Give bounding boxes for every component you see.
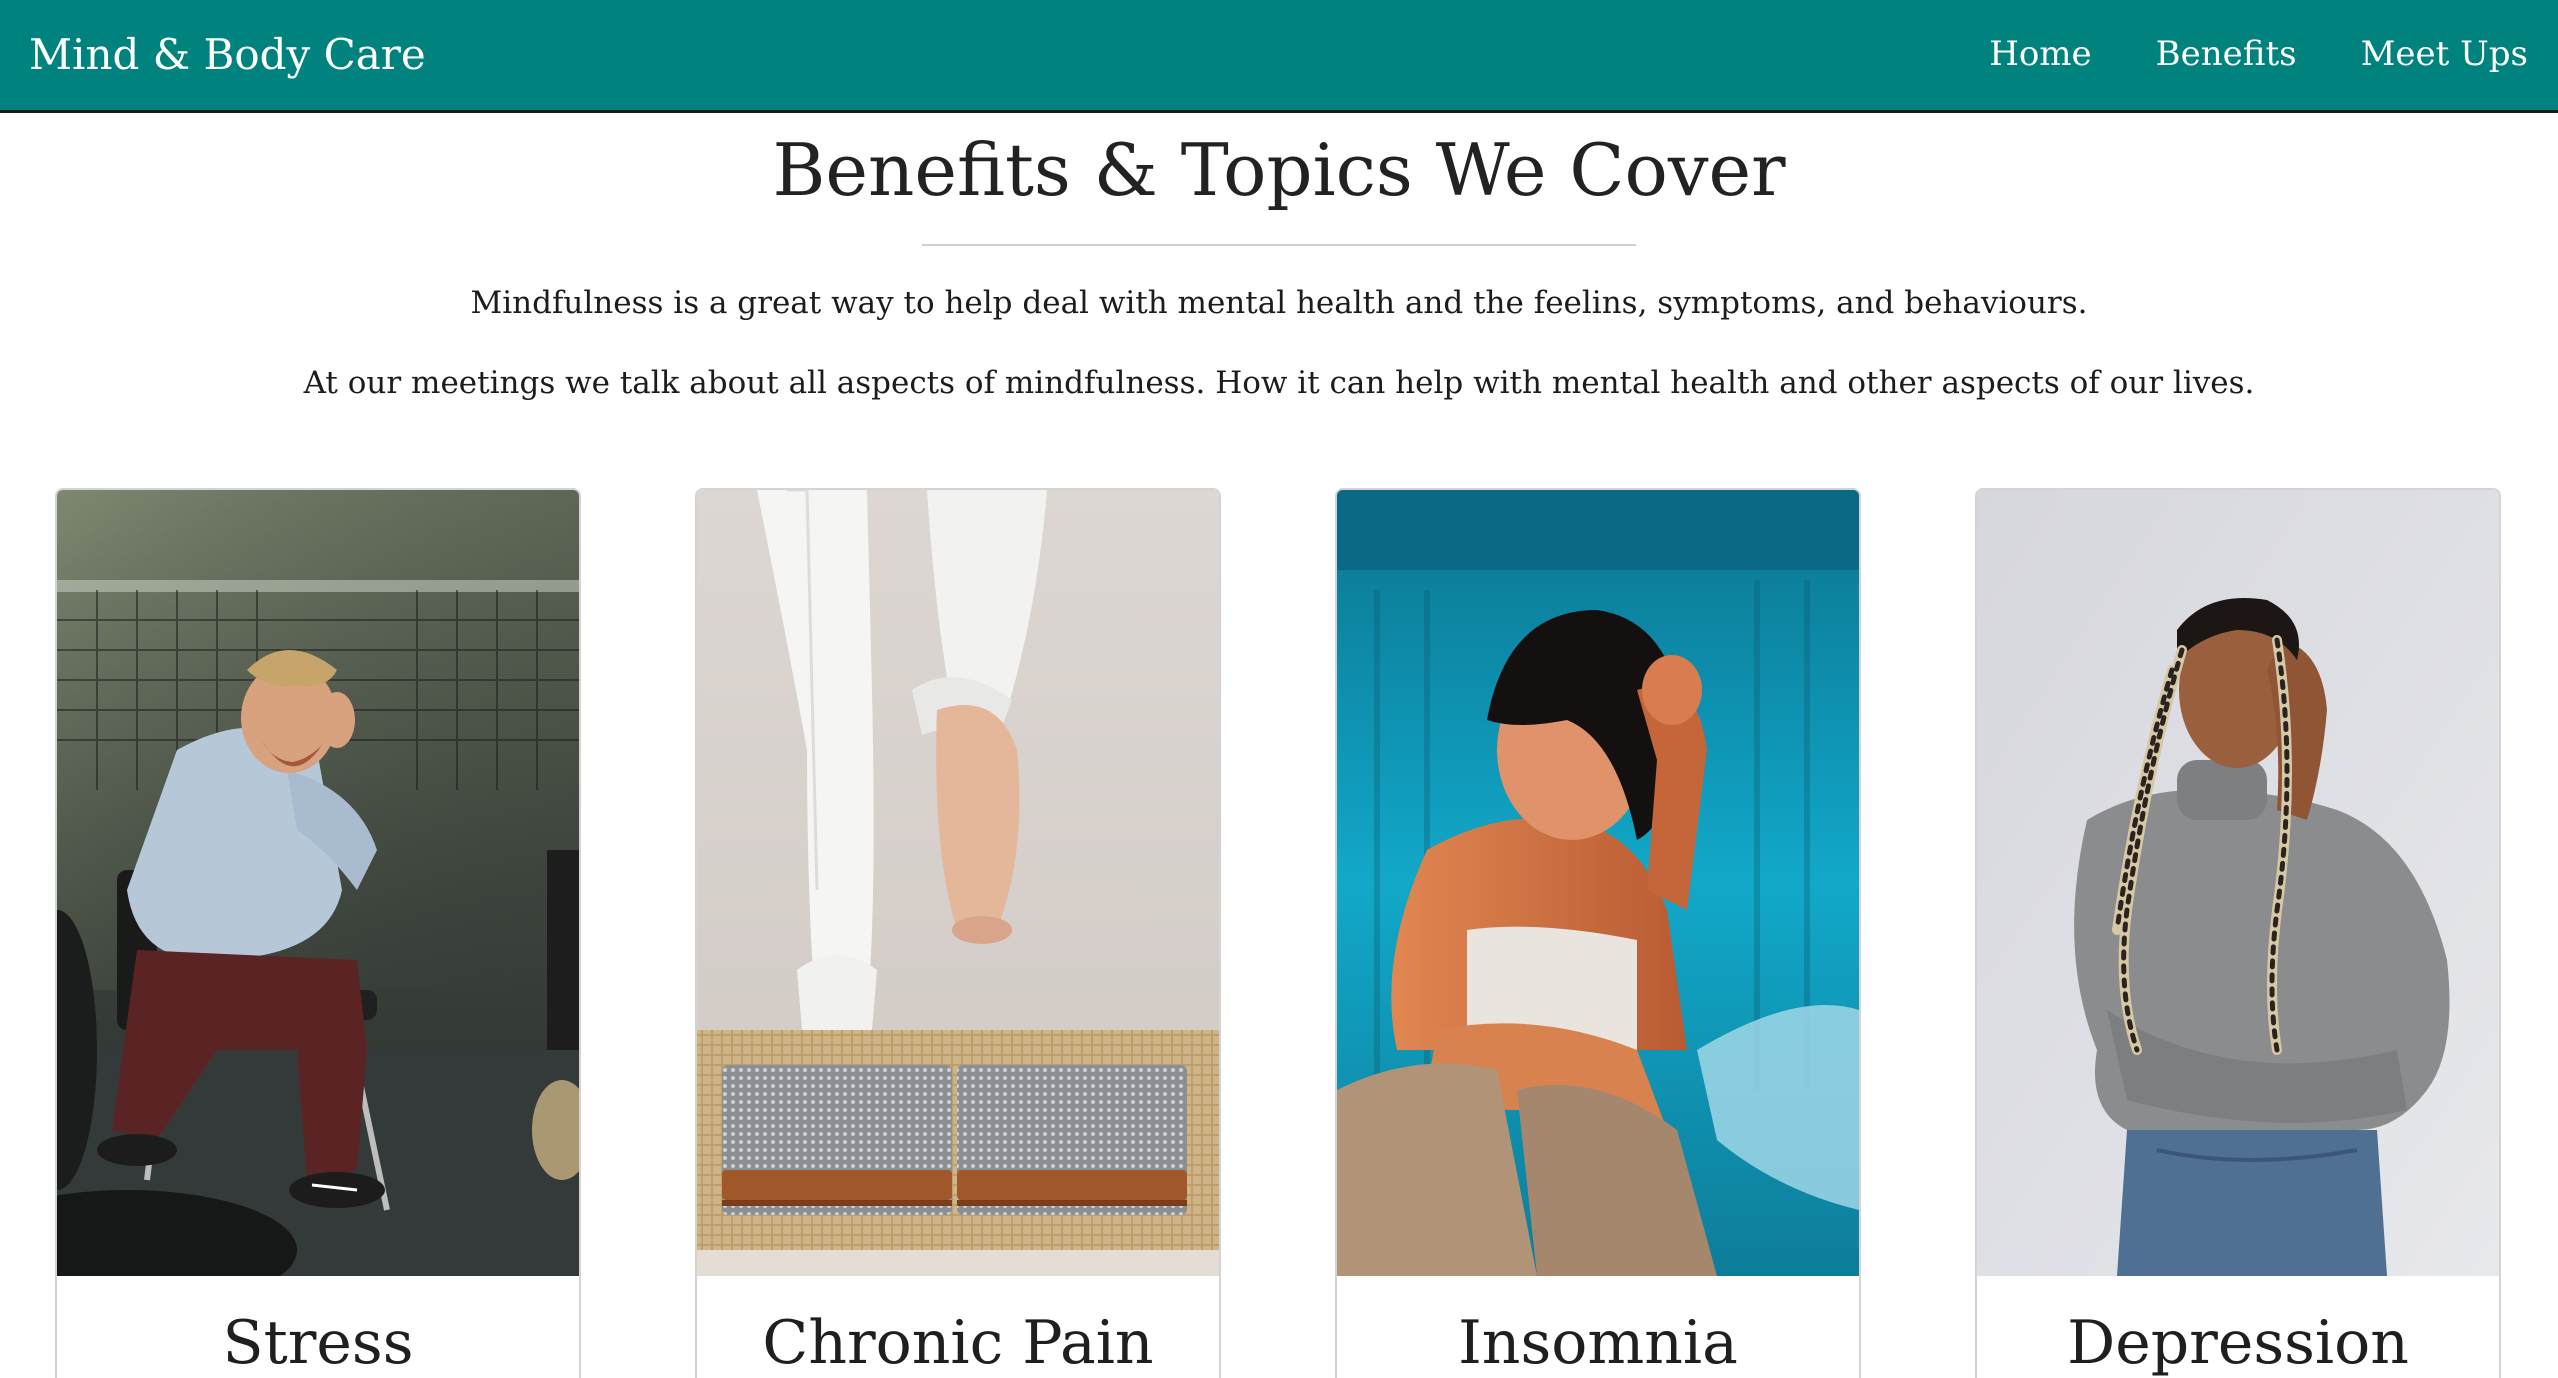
page: Mind & Body Care Home Benefits Meet Ups … bbox=[0, 0, 2558, 1378]
intro-paragraph-2: At our meetings we talk about all aspect… bbox=[303, 365, 2255, 401]
nav-link-benefits[interactable]: Benefits bbox=[2156, 34, 2297, 74]
title-divider bbox=[922, 244, 1636, 246]
topic-card-stress[interactable]: Stress bbox=[55, 488, 581, 1378]
tired-woman-photo bbox=[1337, 490, 1859, 1276]
topic-card-insomnia[interactable]: Insomnia bbox=[1335, 488, 1861, 1378]
intro-paragraph-1: Mindfulness is a great way to help deal … bbox=[470, 285, 2088, 321]
stressed-man-photo bbox=[57, 490, 579, 1276]
card-title: Insomnia bbox=[1458, 1308, 1738, 1378]
card-title: Depression bbox=[2067, 1308, 2409, 1378]
nav-links: Home Benefits Meet Ups bbox=[1989, 34, 2528, 74]
nav-link-meet-ups[interactable]: Meet Ups bbox=[2361, 34, 2528, 74]
card-title: Stress bbox=[222, 1308, 414, 1378]
card-title: Chronic Pain bbox=[762, 1308, 1154, 1378]
distressed-woman-photo bbox=[1977, 490, 2499, 1276]
brand-link[interactable]: Mind & Body Care bbox=[29, 30, 426, 79]
acupressure-mat-photo bbox=[697, 490, 1219, 1276]
section-title: Benefits & Topics We Cover bbox=[772, 128, 1786, 212]
topic-card-chronic-pain[interactable]: Chronic Pain bbox=[695, 488, 1221, 1378]
nav-link-home[interactable]: Home bbox=[1989, 34, 2091, 74]
topic-card-depression[interactable]: Depression bbox=[1975, 488, 2501, 1378]
navbar: Mind & Body Care Home Benefits Meet Ups bbox=[0, 0, 2558, 113]
